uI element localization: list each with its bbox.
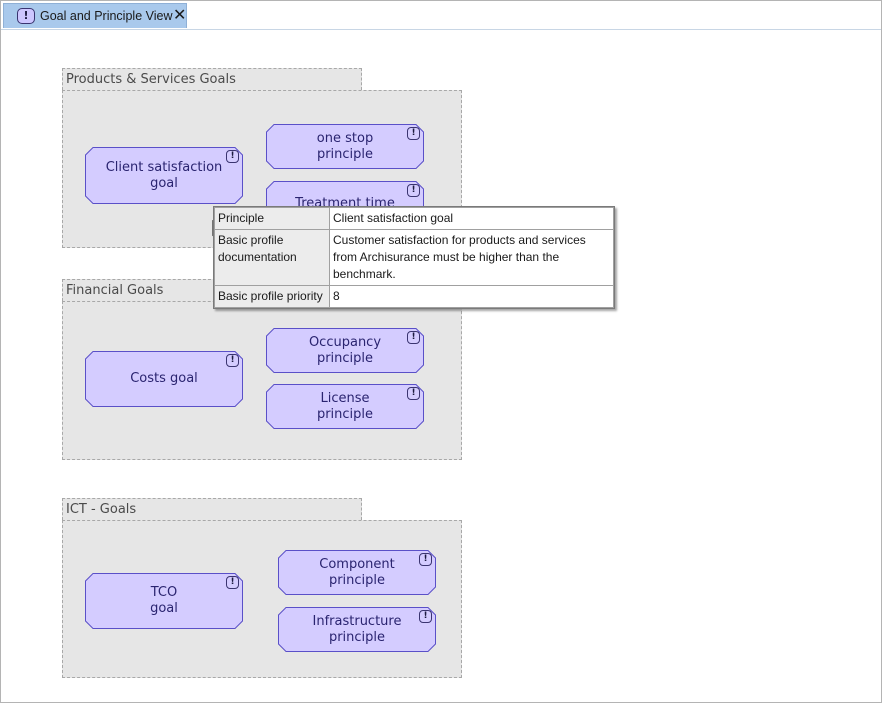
principle-icon: !	[226, 150, 239, 163]
element-shape	[266, 124, 424, 169]
close-icon[interactable]: ✕	[173, 5, 186, 25]
tooltip-key: Principle	[214, 207, 330, 230]
principle-icon: !	[407, 331, 420, 344]
principle-icon: !	[226, 354, 239, 367]
group-title: Products & Services Goals	[66, 72, 236, 87]
element-component-principle[interactable]: Component principle!	[278, 550, 436, 595]
view-editor-window: ! Goal and Principle View ✕ Products & S…	[0, 0, 882, 703]
element-license-principle[interactable]: License principle!	[266, 384, 424, 429]
element-shape	[266, 328, 424, 373]
element-shape	[278, 607, 436, 652]
element-shape	[85, 147, 243, 204]
tooltip-value: 8	[329, 285, 614, 308]
principle-icon: !	[407, 387, 420, 400]
tooltip-value: Client satisfaction goal	[329, 207, 614, 230]
element-one-stop-principle[interactable]: one stop principle!	[266, 124, 424, 169]
tooltip-key: Basic profile documentation	[214, 229, 330, 286]
principle-icon: !	[407, 127, 420, 140]
tab-goal-and-principle-view[interactable]: ! Goal and Principle View ✕	[3, 3, 187, 28]
element-occupancy-principle[interactable]: Occupancy principle!	[266, 328, 424, 373]
element-infrastructure-principle[interactable]: Infrastructure principle!	[278, 607, 436, 652]
tooltip-key: Basic profile priority	[214, 285, 330, 308]
principle-icon: !	[419, 553, 432, 566]
element-costs-goal[interactable]: Costs goal!	[85, 351, 243, 407]
editor-tab-bar: ! Goal and Principle View ✕	[1, 1, 881, 30]
principle-icon: !	[17, 8, 35, 24]
diagram-canvas[interactable]: Products & Services Goals Financial Goal…	[1, 30, 881, 702]
element-properties-tooltip: Principle Client satisfaction goal Basic…	[213, 206, 615, 309]
group-title: Financial Goals	[66, 283, 164, 298]
principle-icon: !	[407, 184, 420, 197]
tooltip-row: Principle Client satisfaction goal	[214, 207, 614, 230]
element-tco-goal[interactable]: TCO goal!	[85, 573, 243, 629]
tooltip-value: Customer satisfaction for products and s…	[329, 229, 614, 286]
element-shape	[85, 573, 243, 629]
tooltip-row: Basic profile documentation Customer sat…	[214, 229, 614, 286]
group-title: ICT - Goals	[66, 502, 137, 517]
group-products-services-goals-header[interactable]: Products & Services Goals	[62, 68, 362, 90]
principle-icon: !	[419, 610, 432, 623]
element-shape	[266, 384, 424, 429]
element-shape	[278, 550, 436, 595]
element-shape	[85, 351, 243, 407]
principle-icon: !	[226, 576, 239, 589]
group-ict-goals-header[interactable]: ICT - Goals	[62, 498, 362, 520]
tooltip-row: Basic profile priority 8	[214, 285, 614, 308]
element-client-satisfaction-goal[interactable]: Client satisfaction goal!	[85, 147, 243, 204]
tab-label: Goal and Principle View	[40, 9, 173, 23]
